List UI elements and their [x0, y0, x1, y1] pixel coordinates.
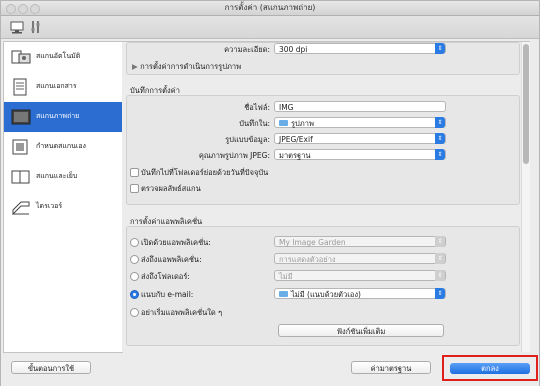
save-in-select[interactable]: รูปภาพ ⇕ — [274, 117, 446, 128]
window-title: การตั้งค่า (สแกนภาพถ่าย) — [224, 3, 316, 12]
chevron-updown-icon: ⇕ — [435, 288, 445, 299]
chevron-updown-icon: ⇕ — [435, 43, 445, 54]
disclosure-triangle-icon: ▶ — [132, 62, 138, 71]
driver-icon — [12, 201, 30, 216]
send-to-folder-label: ส่งถึงโฟลเดอร์: — [141, 272, 190, 281]
settings-panel: ความละเอียด: 300 dpi ⇕ ▶ การตั้งค่าการดำ… — [122, 41, 530, 352]
sidebar: สแกนอัตโนมัติ สแกนเอกสาร สแกนภาพถ่าย กำห… — [3, 41, 123, 353]
sidebar-item-label: สแกนเอกสาร — [36, 82, 77, 90]
stitch-icon — [11, 170, 30, 184]
custom-scan-icon — [12, 139, 28, 155]
image-processing-disclosure[interactable]: ▶ การตั้งค่าการดำเนินการรูปภาพ — [132, 61, 241, 73]
sidebar-item-label: ไดรเวอร์ — [36, 202, 63, 210]
attach-to-email-label: แนบกับ e-mail: — [141, 290, 194, 299]
sidebar-item-label: สแกนอัตโนมัติ — [36, 52, 81, 60]
sidebar-item-document-scan[interactable]: สแกนเอกสาร — [4, 72, 122, 102]
chevron-updown-icon: ⇕ — [435, 253, 445, 264]
sidebar-item-photo-scan[interactable]: สแกนภาพถ่าย — [4, 102, 122, 132]
send-to-folder-select[interactable]: ไม่มี ⇕ — [274, 270, 446, 281]
ok-button[interactable]: ตกลง — [450, 363, 530, 374]
document-icon — [13, 78, 27, 96]
defaults-button[interactable]: ค่ามาตรฐาน — [351, 361, 431, 374]
save-in-value: รูปภาพ — [291, 119, 314, 128]
jpeg-quality-label: คุณภาพรูปภาพ JPEG: — [198, 151, 270, 160]
data-format-label: รูปแบบข้อมูล: — [225, 135, 270, 144]
send-to-app-value: การแสดงตัวอย่าง — [279, 255, 336, 264]
settings-scrollbar[interactable] — [521, 42, 530, 352]
resolution-value: 300 dpi — [279, 45, 308, 54]
chevron-updown-icon: ⇕ — [435, 236, 445, 247]
ok-button-highlight: ตกลง — [442, 355, 538, 381]
resolution-label: ความละเอียด: — [224, 45, 270, 54]
filename-value: IMG — [279, 103, 294, 112]
sidebar-item-label: กำหนดสแกนเอง — [36, 142, 86, 150]
toolbar — [1, 16, 539, 39]
sidebar-item-label: สแกนและเย็บ — [36, 172, 78, 180]
open-with-app-select[interactable]: My Image Garden ⇕ — [274, 236, 446, 247]
open-with-app-value: My Image Garden — [279, 238, 346, 247]
sidebar-item-auto-scan[interactable]: สแกนอัตโนมัติ — [4, 42, 122, 72]
send-to-app-select[interactable]: การแสดงตัวอย่าง ⇕ — [274, 253, 446, 264]
check-scan-checkbox[interactable] — [130, 184, 139, 193]
send-to-app-label: ส่งถึงแอพพลิเคชั่น: — [141, 255, 202, 264]
settings-window: การตั้งค่า (สแกนภาพถ่าย) สแกนอัตโนมัติ ส… — [0, 0, 540, 386]
open-with-app-label: เปิดด้วยแอพพลิเคชั่น: — [141, 238, 211, 247]
general-settings-icon — [31, 21, 40, 33]
check-scan-checkbox-label: ตรวจผลลัพธ์สแกน — [141, 184, 201, 193]
computer-icon — [10, 21, 24, 34]
filename-input[interactable]: IMG — [274, 101, 446, 112]
auto-scan-icon — [11, 50, 31, 64]
send-to-app-radio[interactable] — [130, 255, 139, 264]
open-with-app-radio[interactable] — [130, 238, 139, 247]
attach-to-email-value: ไม่มี (แนบด้วยตัวเอง) — [291, 290, 361, 299]
do-not-start-app-label: อย่าเริ่มแอพพลิเคชั่นใด ๆ — [141, 308, 223, 317]
zoom-window-button[interactable] — [30, 4, 40, 14]
sidebar-item-driver[interactable]: ไดรเวอร์ — [4, 192, 122, 222]
folder-icon — [279, 120, 288, 126]
subfolder-checkbox[interactable] — [130, 168, 139, 177]
jpeg-quality-select[interactable]: มาตรฐาน ⇕ — [274, 149, 446, 160]
chevron-updown-icon: ⇕ — [435, 270, 445, 281]
sidebar-item-label: สแกนภาพถ่าย — [36, 112, 80, 120]
attach-to-email-radio[interactable] — [130, 290, 139, 299]
scan-from-computer-tab[interactable] — [9, 19, 25, 35]
chevron-updown-icon: ⇕ — [435, 149, 445, 160]
title-bar: การตั้งค่า (สแกนภาพถ่าย) — [1, 1, 539, 16]
filename-label: ชื่อไฟล์: — [244, 103, 270, 112]
subfolder-checkbox-label: บันทึกไปที่โฟลเดอร์ย่อยด้วยวันที่ปัจจุบั… — [141, 168, 269, 177]
do-not-start-app-radio[interactable] — [130, 308, 139, 317]
jpeg-quality-value: มาตรฐาน — [279, 151, 311, 160]
save-in-label: บันทึกใน: — [239, 119, 270, 128]
minimize-window-button[interactable] — [18, 4, 28, 14]
chevron-updown-icon: ⇕ — [435, 117, 445, 128]
attach-to-email-select[interactable]: ไม่มี (แนบด้วยตัวเอง) ⇕ — [274, 288, 446, 299]
chevron-updown-icon: ⇕ — [435, 133, 445, 144]
scrollbar-thumb[interactable] — [523, 44, 529, 164]
send-to-folder-radio[interactable] — [130, 272, 139, 281]
more-functions-button[interactable]: ฟังก์ชันเพิ่มเติม — [278, 324, 444, 337]
sidebar-item-custom-scan[interactable]: กำหนดสแกนเอง — [4, 132, 122, 162]
close-window-button[interactable] — [6, 4, 16, 14]
general-settings-tab[interactable] — [29, 19, 45, 35]
instructions-button[interactable]: ขั้นตอนการใช้ — [11, 361, 91, 374]
data-format-value: JPEG/Exif — [279, 135, 313, 144]
image-processing-label: การตั้งค่าการดำเนินการรูปภาพ — [140, 62, 242, 71]
folder-icon — [279, 291, 288, 297]
resolution-select[interactable]: 300 dpi ⇕ — [274, 43, 446, 54]
send-to-folder-value: ไม่มี — [279, 272, 293, 281]
data-format-select[interactable]: JPEG/Exif ⇕ — [274, 133, 446, 144]
photo-icon — [11, 109, 31, 125]
sidebar-item-scan-and-stitch[interactable]: สแกนและเย็บ — [4, 162, 122, 192]
